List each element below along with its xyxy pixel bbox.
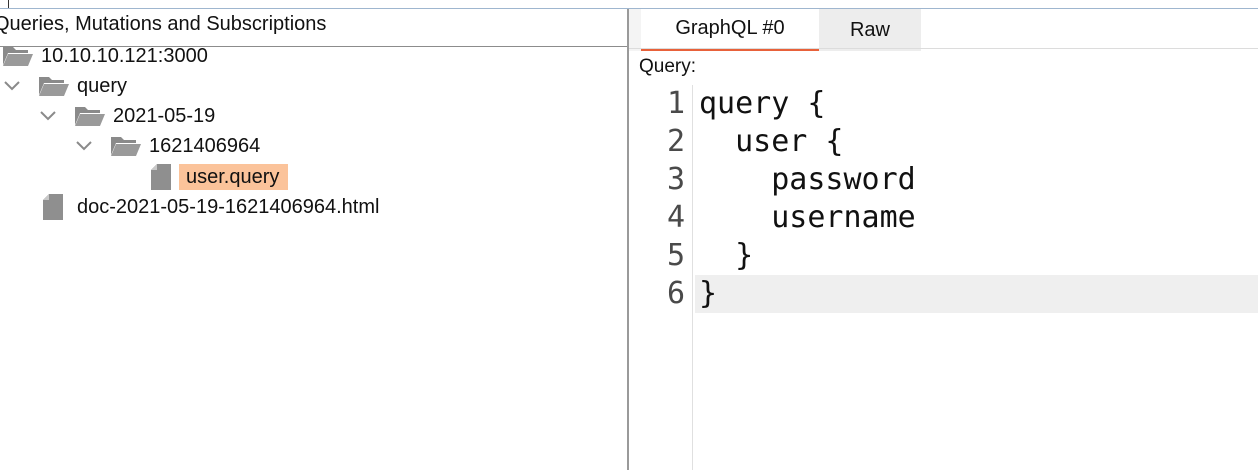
tree-item-label: doc-2021-05-19-1621406964.html	[77, 196, 380, 218]
query-editor[interactable]: 1 query { 2 user { 3 password 4 username…	[629, 85, 1258, 470]
tab-graphql[interactable]: GraphQL #0	[641, 9, 819, 51]
tree-item-host[interactable]: 10.10.10.121:3000	[0, 41, 600, 71]
panel-title: Queries, Mutations and Subscriptions	[0, 13, 327, 35]
queries-tree-panel: Queries, Mutations and Subscriptions 10.…	[0, 9, 627, 470]
open-folder-icon	[74, 101, 110, 131]
line-number: 1	[666, 86, 685, 121]
tab-bar-divider	[629, 48, 1258, 49]
file-icon	[43, 192, 79, 222]
line-number: 3	[666, 162, 685, 197]
line-number: 6	[666, 276, 685, 311]
tab-bar: GraphQL #0 Raw	[629, 9, 1258, 51]
code-line: 3 password	[629, 161, 1258, 199]
code-text[interactable]: }	[699, 237, 753, 275]
code-text[interactable]: query {	[699, 85, 825, 123]
code-text[interactable]: password	[699, 161, 916, 199]
code-line: 5 }	[629, 237, 1258, 275]
tree-item-doc-html[interactable]: doc-2021-05-19-1621406964.html	[0, 192, 600, 222]
tree-item-label: query	[77, 75, 128, 97]
open-folder-icon	[38, 71, 74, 101]
code-line: 1 query {	[629, 85, 1258, 123]
code-line: 2 user {	[629, 123, 1258, 161]
top-edge-marker	[8, 0, 9, 8]
tab-raw[interactable]: Raw	[819, 9, 921, 51]
line-number: 5	[666, 238, 685, 273]
query-label: Query:	[639, 56, 697, 77]
open-folder-icon	[2, 41, 38, 71]
tree-item-label: 10.10.10.121:3000	[41, 45, 208, 67]
chevron-down-icon[interactable]	[3, 71, 21, 101]
code-line: 4 username	[629, 199, 1258, 237]
tree-item-label: 1621406964	[149, 135, 261, 157]
open-folder-icon	[110, 131, 146, 161]
code-text[interactable]: }	[699, 275, 717, 313]
code-line-current: 6 }	[629, 275, 1258, 313]
line-number: 2	[666, 124, 685, 159]
tab-bar-empty-area	[921, 9, 1258, 51]
tree-item-query[interactable]: query	[0, 71, 600, 101]
chevron-down-icon[interactable]	[39, 101, 57, 131]
tree-item-label: user.query	[179, 164, 289, 190]
tree-item-label: 2021-05-19	[113, 105, 216, 127]
chevron-down-icon[interactable]	[75, 131, 93, 161]
current-line-highlight	[695, 275, 1258, 313]
code-text[interactable]: user {	[699, 123, 843, 161]
tree-item-user-query[interactable]: user.query	[0, 162, 600, 192]
tree-item-date[interactable]: 2021-05-19	[0, 101, 600, 131]
window-top-edge	[0, 0, 1258, 9]
tree-item-timestamp[interactable]: 1621406964	[0, 131, 600, 161]
line-number: 4	[666, 200, 685, 235]
request-editor-panel: GraphQL #0 Raw Query: 1 query { 2 user {…	[629, 9, 1258, 470]
code-text[interactable]: username	[699, 199, 916, 237]
